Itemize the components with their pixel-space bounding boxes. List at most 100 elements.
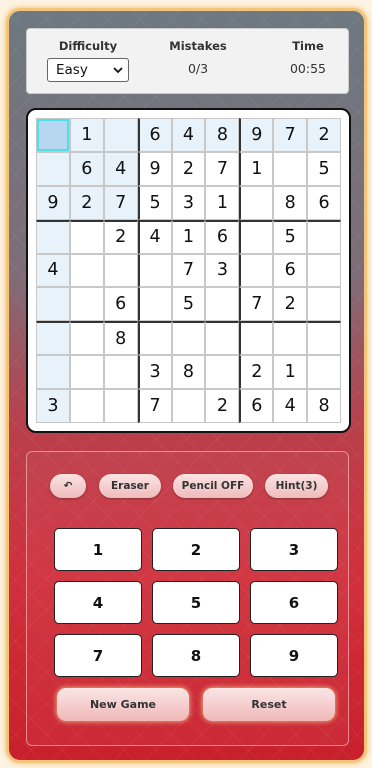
sudoku-cell[interactable] bbox=[171, 321, 206, 356]
number-button-7[interactable]: 7 bbox=[54, 634, 142, 677]
sudoku-cell[interactable]: 4 bbox=[171, 118, 206, 152]
sudoku-cell[interactable] bbox=[103, 355, 138, 390]
sudoku-cell[interactable]: 1 bbox=[273, 355, 308, 390]
sudoku-cell[interactable] bbox=[69, 389, 104, 423]
eraser-button[interactable]: Eraser bbox=[99, 474, 161, 498]
sudoku-cell[interactable] bbox=[307, 219, 341, 254]
sudoku-cell[interactable]: 2 bbox=[239, 355, 274, 390]
sudoku-cell[interactable] bbox=[239, 321, 274, 356]
sudoku-cell[interactable]: 7 bbox=[239, 287, 274, 322]
time-value: 00:55 bbox=[289, 61, 327, 76]
sudoku-cell[interactable] bbox=[36, 151, 70, 186]
number-button-4[interactable]: 4 bbox=[54, 581, 142, 624]
sudoku-cell[interactable]: 1 bbox=[171, 219, 206, 254]
sudoku-cell[interactable]: 6 bbox=[307, 185, 341, 220]
new-game-button[interactable]: New Game bbox=[57, 688, 189, 721]
sudoku-cell[interactable] bbox=[205, 355, 240, 390]
controls-panel: ↶ Eraser Pencil OFF Hint(3) 1 2 3 4 5 6 … bbox=[26, 451, 349, 746]
sudoku-cell[interactable] bbox=[137, 253, 172, 288]
sudoku-cell[interactable]: 6 bbox=[103, 287, 138, 322]
sudoku-cell[interactable]: 8 bbox=[273, 185, 308, 220]
sudoku-cell[interactable]: 5 bbox=[137, 185, 172, 220]
sudoku-cell[interactable] bbox=[36, 219, 70, 254]
sudoku-cell[interactable] bbox=[69, 219, 104, 254]
sudoku-cell[interactable]: 8 bbox=[307, 389, 341, 423]
sudoku-cell[interactable]: 5 bbox=[171, 287, 206, 322]
sudoku-cell[interactable]: 3 bbox=[137, 355, 172, 390]
sudoku-cell[interactable]: 4 bbox=[36, 253, 70, 288]
sudoku-cell[interactable]: 5 bbox=[307, 151, 341, 186]
sudoku-cell[interactable] bbox=[36, 321, 70, 356]
sudoku-cell[interactable]: 8 bbox=[103, 321, 138, 356]
sudoku-cell[interactable]: 2 bbox=[171, 151, 206, 186]
sudoku-cell[interactable] bbox=[69, 287, 104, 322]
number-button-8[interactable]: 8 bbox=[152, 634, 240, 677]
sudoku-cell[interactable]: 2 bbox=[205, 389, 240, 423]
sudoku-cell[interactable]: 8 bbox=[171, 355, 206, 390]
sudoku-cell[interactable] bbox=[36, 355, 70, 390]
number-button-6[interactable]: 6 bbox=[250, 581, 338, 624]
sudoku-cell[interactable]: 6 bbox=[273, 253, 308, 288]
sudoku-cell[interactable]: 7 bbox=[137, 389, 172, 423]
sudoku-cell[interactable] bbox=[69, 355, 104, 390]
sudoku-cell[interactable]: 6 bbox=[69, 151, 104, 186]
sudoku-cell[interactable]: 2 bbox=[103, 219, 138, 254]
sudoku-cell[interactable]: 7 bbox=[273, 118, 308, 152]
sudoku-cell[interactable] bbox=[103, 389, 138, 423]
sudoku-cell[interactable] bbox=[307, 253, 341, 288]
sudoku-cell[interactable]: 9 bbox=[137, 151, 172, 186]
sudoku-cell[interactable] bbox=[69, 253, 104, 288]
sudoku-cell[interactable]: 4 bbox=[273, 389, 308, 423]
sudoku-cell[interactable] bbox=[69, 321, 104, 356]
number-button-9[interactable]: 9 bbox=[250, 634, 338, 677]
sudoku-cell[interactable]: 7 bbox=[205, 151, 240, 186]
sudoku-cell[interactable] bbox=[103, 118, 138, 152]
sudoku-cell[interactable]: 2 bbox=[69, 185, 104, 220]
number-button-3[interactable]: 3 bbox=[250, 528, 338, 571]
hint-button[interactable]: Hint(3) bbox=[265, 474, 328, 498]
sudoku-cell[interactable]: 2 bbox=[273, 287, 308, 322]
sudoku-cell[interactable]: 1 bbox=[205, 185, 240, 220]
sudoku-cell[interactable] bbox=[239, 219, 274, 254]
sudoku-cell[interactable]: 7 bbox=[103, 185, 138, 220]
reset-button[interactable]: Reset bbox=[203, 688, 335, 721]
sudoku-cell[interactable] bbox=[307, 287, 341, 322]
sudoku-cell[interactable]: 9 bbox=[239, 118, 274, 152]
sudoku-cell[interactable]: 9 bbox=[36, 185, 70, 220]
sudoku-cell[interactable]: 6 bbox=[205, 219, 240, 254]
sudoku-cell[interactable] bbox=[307, 321, 341, 356]
sudoku-cell[interactable] bbox=[273, 151, 308, 186]
difficulty-select[interactable]: Easy bbox=[47, 58, 129, 82]
sudoku-cell[interactable]: 3 bbox=[36, 389, 70, 423]
sudoku-cell[interactable] bbox=[103, 253, 138, 288]
undo-button[interactable]: ↶ bbox=[50, 474, 86, 498]
mistakes-section: Mistakes 0/3 bbox=[157, 39, 239, 76]
sudoku-cell[interactable]: 4 bbox=[103, 151, 138, 186]
sudoku-cell[interactable] bbox=[171, 389, 206, 423]
sudoku-cell[interactable]: 6 bbox=[137, 118, 172, 152]
sudoku-cell[interactable] bbox=[137, 287, 172, 322]
sudoku-cell[interactable]: 8 bbox=[205, 118, 240, 152]
sudoku-cell[interactable] bbox=[273, 321, 308, 356]
pencil-toggle-button[interactable]: Pencil OFF bbox=[173, 474, 253, 498]
sudoku-cell[interactable]: 5 bbox=[273, 219, 308, 254]
sudoku-cell[interactable]: 1 bbox=[239, 151, 274, 186]
sudoku-cell[interactable] bbox=[205, 287, 240, 322]
sudoku-cell[interactable] bbox=[137, 321, 172, 356]
sudoku-cell[interactable]: 4 bbox=[137, 219, 172, 254]
sudoku-cell[interactable] bbox=[239, 253, 274, 288]
sudoku-cell[interactable] bbox=[36, 287, 70, 322]
sudoku-cell[interactable] bbox=[239, 185, 274, 220]
sudoku-cell[interactable]: 2 bbox=[307, 118, 341, 152]
sudoku-cell[interactable] bbox=[307, 355, 341, 390]
number-button-2[interactable]: 2 bbox=[152, 528, 240, 571]
sudoku-cell[interactable] bbox=[36, 118, 70, 152]
sudoku-cell[interactable] bbox=[205, 321, 240, 356]
sudoku-cell[interactable]: 3 bbox=[171, 185, 206, 220]
number-button-5[interactable]: 5 bbox=[152, 581, 240, 624]
sudoku-cell[interactable]: 7 bbox=[171, 253, 206, 288]
sudoku-cell[interactable]: 1 bbox=[69, 118, 104, 152]
sudoku-cell[interactable]: 3 bbox=[205, 253, 240, 288]
number-button-1[interactable]: 1 bbox=[54, 528, 142, 571]
sudoku-cell[interactable]: 6 bbox=[239, 389, 274, 423]
